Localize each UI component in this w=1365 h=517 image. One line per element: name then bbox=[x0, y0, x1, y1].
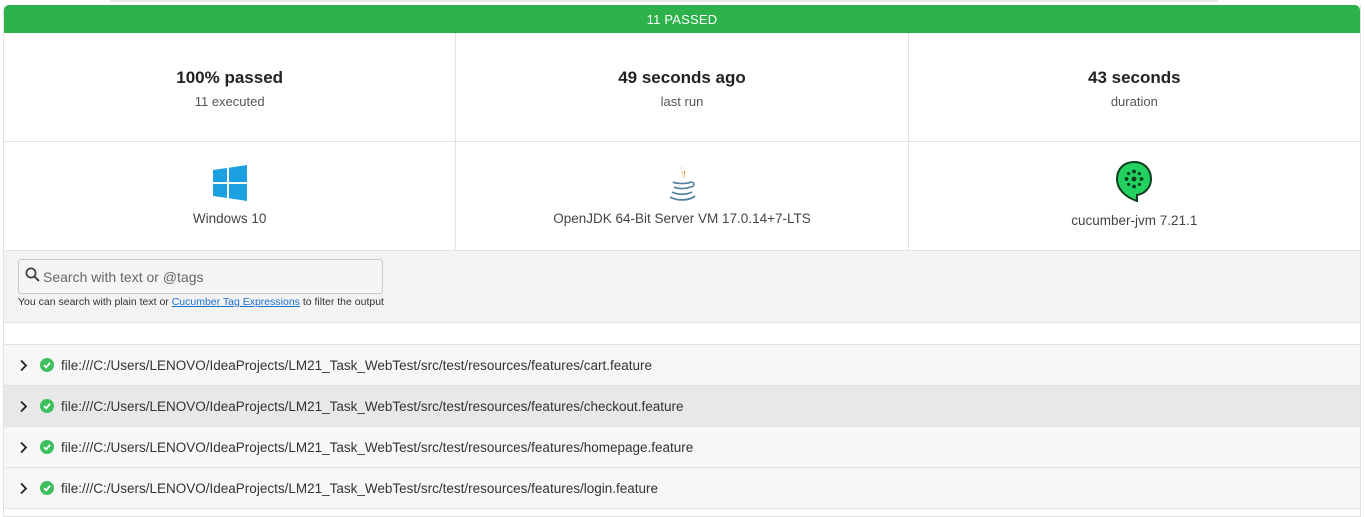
feature-list: file:///C:/Users/LENOVO/IdeaProjects/LM2… bbox=[4, 345, 1360, 509]
stat-passed-label: 11 executed bbox=[194, 94, 265, 109]
status-banner: 11 PASSED bbox=[4, 5, 1360, 33]
stat-duration: 43 seconds duration bbox=[909, 33, 1360, 141]
windows-icon bbox=[211, 164, 249, 202]
stat-duration-value: 43 seconds bbox=[1088, 68, 1181, 87]
chevron-right-icon[interactable] bbox=[19, 398, 31, 414]
environment-info: Windows 10 OpenJDK 64-Bit Server VM 17.0… bbox=[4, 142, 1360, 251]
stat-last-run-label: last run bbox=[660, 94, 704, 109]
cucumber-report: 11 PASSED 100% passed 11 executed 49 sec… bbox=[3, 5, 1361, 517]
feature-path: file:///C:/Users/LENOVO/IdeaProjects/LM2… bbox=[61, 357, 652, 373]
chevron-right-icon[interactable] bbox=[19, 357, 31, 373]
top-scroll-strip bbox=[110, 0, 1218, 2]
stat-last-run: 49 seconds ago last run bbox=[456, 33, 909, 141]
env-framework: cucumber-jvm 7.21.1 bbox=[909, 142, 1360, 250]
java-icon bbox=[663, 164, 701, 202]
search-hint-prefix: You can search with plain text or bbox=[18, 296, 172, 308]
feature-row[interactable]: file:///C:/Users/LENOVO/IdeaProjects/LM2… bbox=[4, 468, 1360, 509]
chevron-right-icon[interactable] bbox=[19, 439, 31, 455]
env-os: Windows 10 bbox=[4, 142, 457, 250]
feature-row[interactable]: file:///C:/Users/LENOVO/IdeaProjects/LM2… bbox=[4, 427, 1360, 468]
check-circle-icon bbox=[40, 358, 54, 372]
feature-path: file:///C:/Users/LENOVO/IdeaProjects/LM2… bbox=[61, 439, 694, 455]
search-hint-suffix: to filter the output bbox=[299, 296, 384, 308]
cucumber-icon bbox=[1115, 160, 1153, 202]
search-icon bbox=[25, 267, 40, 287]
summary-stats: 100% passed 11 executed 49 seconds ago l… bbox=[4, 33, 1360, 142]
stat-duration-label: duration bbox=[1110, 94, 1158, 109]
feature-row[interactable]: file:///C:/Users/LENOVO/IdeaProjects/LM2… bbox=[4, 345, 1360, 386]
check-circle-icon bbox=[40, 481, 54, 495]
tag-expressions-link[interactable]: Cucumber Tag Expressions bbox=[172, 296, 300, 308]
env-framework-label: cucumber-jvm 7.21.1 bbox=[1071, 213, 1198, 228]
spacer bbox=[4, 323, 1360, 345]
chevron-right-icon[interactable] bbox=[19, 480, 31, 496]
stat-last-run-value: 49 seconds ago bbox=[618, 68, 746, 87]
search-hint: You can search with plain text or Cucumb… bbox=[18, 296, 384, 308]
feature-path: file:///C:/Users/LENOVO/IdeaProjects/LM2… bbox=[61, 480, 659, 496]
stat-passed: 100% passed 11 executed bbox=[4, 33, 457, 141]
feature-row[interactable]: file:///C:/Users/LENOVO/IdeaProjects/LM2… bbox=[4, 386, 1360, 427]
check-circle-icon bbox=[40, 440, 54, 454]
search-input[interactable] bbox=[43, 268, 373, 285]
env-runtime-label: OpenJDK 64-Bit Server VM 17.0.14+7-LTS bbox=[553, 211, 811, 226]
search-box[interactable] bbox=[18, 259, 383, 294]
feature-path: file:///C:/Users/LENOVO/IdeaProjects/LM2… bbox=[61, 398, 684, 414]
env-runtime: OpenJDK 64-Bit Server VM 17.0.14+7-LTS bbox=[456, 142, 909, 250]
stat-passed-value: 100% passed bbox=[176, 68, 284, 87]
check-circle-icon bbox=[40, 399, 54, 413]
search-section: You can search with plain text or Cucumb… bbox=[4, 251, 1360, 323]
env-os-label: Windows 10 bbox=[192, 211, 267, 226]
